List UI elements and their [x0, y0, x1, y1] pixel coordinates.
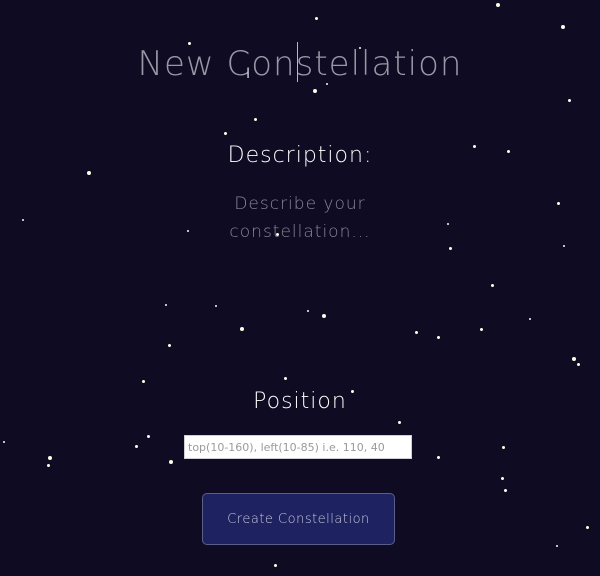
position-input[interactable]	[184, 435, 412, 459]
star-dot	[572, 357, 576, 361]
star-dot	[563, 245, 565, 247]
star-dot	[529, 318, 531, 320]
ibeam-cursor-icon: I	[246, 66, 251, 82]
star-dot	[561, 25, 565, 29]
star-dot	[314, 16, 318, 20]
star-dot	[48, 456, 52, 460]
create-constellation-button[interactable]: Create Constellation	[202, 493, 395, 545]
star-dot	[141, 379, 145, 383]
star-dot	[496, 3, 500, 7]
star-dot	[240, 327, 244, 331]
star-dot	[500, 476, 504, 480]
star-dot	[169, 460, 173, 464]
star-dot	[436, 455, 440, 459]
constellation-name-input[interactable]	[0, 38, 600, 90]
star-dot	[414, 330, 418, 334]
star-dot	[556, 545, 558, 547]
star-dot	[3, 441, 5, 443]
star-dot	[448, 246, 452, 250]
star-dot	[556, 201, 560, 205]
star-dot	[223, 131, 227, 135]
star-dot	[307, 310, 309, 312]
star-dot	[87, 171, 91, 175]
star-dot	[447, 223, 449, 225]
text-caret	[297, 42, 298, 82]
star-dot	[567, 98, 571, 102]
star-dot	[253, 117, 257, 121]
position-label: Position	[253, 389, 347, 414]
star-dot	[501, 445, 505, 449]
star-dot	[503, 488, 507, 492]
star-dot	[146, 434, 150, 438]
star-dot	[46, 463, 50, 467]
star-dot	[436, 335, 440, 339]
star-dot	[322, 314, 326, 318]
star-dot	[585, 525, 589, 529]
star-dot	[165, 304, 167, 306]
star-dot	[490, 283, 494, 287]
description-label: Description:	[227, 143, 373, 168]
description-textarea[interactable]	[200, 190, 400, 310]
star-dot	[187, 230, 189, 232]
star-dot	[22, 219, 24, 221]
star-dot	[134, 444, 138, 448]
star-dot	[479, 327, 483, 331]
star-dot	[273, 563, 277, 567]
star-dot	[576, 362, 580, 366]
star-dot	[283, 376, 287, 380]
star-dot	[397, 420, 401, 424]
star-dot	[167, 343, 171, 347]
